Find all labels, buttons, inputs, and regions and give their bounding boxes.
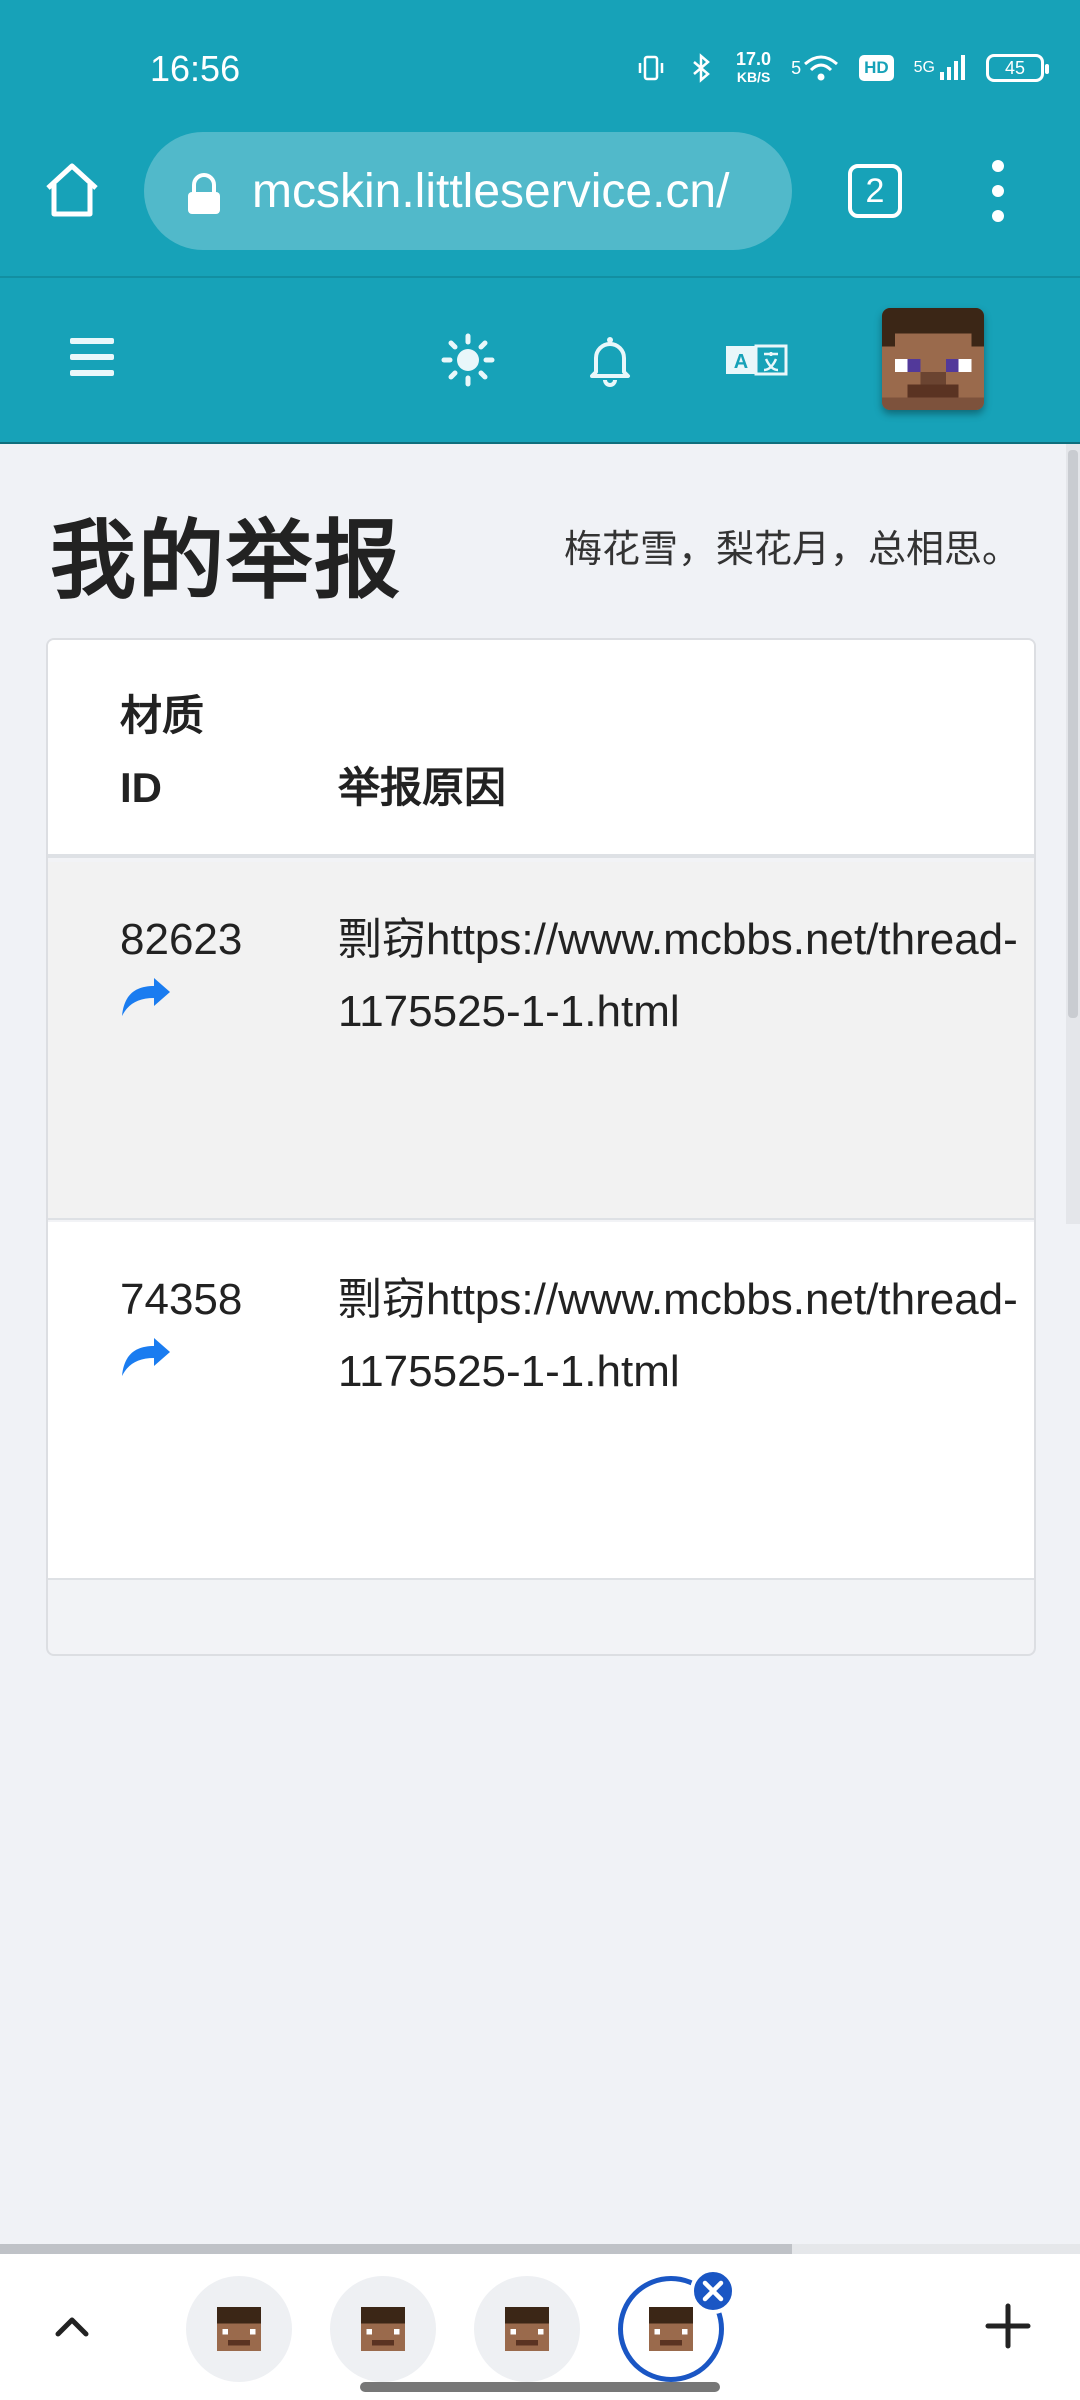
page-title: 我的举报 — [50, 513, 402, 609]
chevron-up-icon[interactable] — [50, 2304, 94, 2348]
plus-icon — [985, 2303, 1031, 2349]
report-reason: 剽窃https://www.mcbbs.net/thread-1175525-1… — [338, 915, 1018, 1036]
bell-icon[interactable] — [582, 332, 638, 388]
network-speed-value: 17.0 — [736, 49, 772, 69]
texture-id: 82623 — [120, 915, 243, 964]
home-button[interactable] — [40, 158, 104, 222]
tab-thumbnail[interactable] — [330, 2276, 436, 2382]
svg-text:A: A — [734, 351, 748, 373]
address-bar[interactable]: mcskin.littleservice.cn/ — [144, 132, 792, 250]
status-bar: 16:56 17.0 KB/S 5 HD 5G 45 — [0, 0, 1080, 120]
avatar[interactable] — [882, 308, 984, 410]
table-header: 材质ID 举报原因 — [48, 640, 1034, 858]
browser-chrome: 16:56 17.0 KB/S 5 HD 5G 45 mcskin.little… — [0, 0, 1080, 276]
menu-dot — [992, 160, 1004, 172]
page-scroll-progress — [0, 2244, 1080, 2254]
network-speed-unit: KB/S — [736, 69, 771, 85]
url-text[interactable]: mcskin.littleservice.cn/ — [252, 164, 772, 219]
wifi-label: 5 — [791, 57, 802, 78]
page-subtitle: 梅花雪，梨花月，总相思。 — [563, 529, 1020, 571]
status-icons: 17.0 KB/S 5 HD 5G 45 — [636, 50, 1049, 86]
menu-icon[interactable] — [70, 338, 114, 376]
reports-table: 材质ID 举报原因 82623 剽窃https://www.mcbbs.net/… — [46, 638, 1036, 1656]
close-icon — [702, 2280, 724, 2302]
tab-switcher-button[interactable]: 2 — [848, 164, 902, 218]
home-icon — [46, 163, 98, 217]
share-arrow-icon[interactable] — [120, 976, 172, 1020]
bottom-tab-strip — [0, 2254, 1080, 2400]
share-arrow-icon[interactable] — [120, 1336, 172, 1380]
hd-badge: HD — [859, 55, 894, 81]
cellular-icon: 5G — [914, 54, 966, 82]
close-tab-button[interactable] — [690, 2268, 736, 2314]
vibrate-icon — [636, 53, 666, 83]
column-header-reason: 举报原因 — [338, 764, 507, 811]
menu-dot — [992, 185, 1004, 197]
column-header-id: 材质ID — [120, 692, 205, 811]
theme-icon[interactable] — [440, 332, 496, 388]
bluetooth-icon — [686, 53, 716, 83]
browser-toolbar: mcskin.littleservice.cn/ 2 — [0, 130, 1080, 254]
table-row: 82623 剽窃https://www.mcbbs.net/thread-117… — [48, 862, 1034, 1220]
site-navbar: A — [0, 276, 1080, 444]
table-row: 74358 剽窃https://www.mcbbs.net/thread-117… — [48, 1222, 1034, 1580]
avatar-icon — [505, 2307, 549, 2351]
lock-icon — [184, 172, 224, 216]
scrollbar-thumb[interactable] — [1068, 450, 1078, 1018]
avatar-icon — [649, 2307, 693, 2351]
texture-id: 74358 — [120, 1275, 243, 1324]
avatar-icon — [217, 2307, 261, 2351]
new-tab-button[interactable] — [980, 2298, 1036, 2354]
avatar-icon — [361, 2307, 405, 2351]
tab-thumbnail[interactable] — [186, 2276, 292, 2382]
wifi-icon: 5 — [791, 54, 839, 82]
battery-indicator: 45 — [986, 54, 1049, 82]
menu-dot — [992, 210, 1004, 222]
report-reason: 剽窃https://www.mcbbs.net/thread-1175525-1… — [338, 1275, 1018, 1396]
tab-thumbnail[interactable] — [474, 2276, 580, 2382]
status-time: 16:56 — [150, 48, 241, 89]
overflow-menu-button[interactable] — [978, 160, 1018, 222]
network-speed: 17.0 KB/S — [736, 50, 771, 86]
cellular-label: 5G — [913, 59, 935, 76]
gesture-bar[interactable] — [360, 2382, 720, 2392]
translate-icon[interactable]: A — [724, 332, 790, 388]
